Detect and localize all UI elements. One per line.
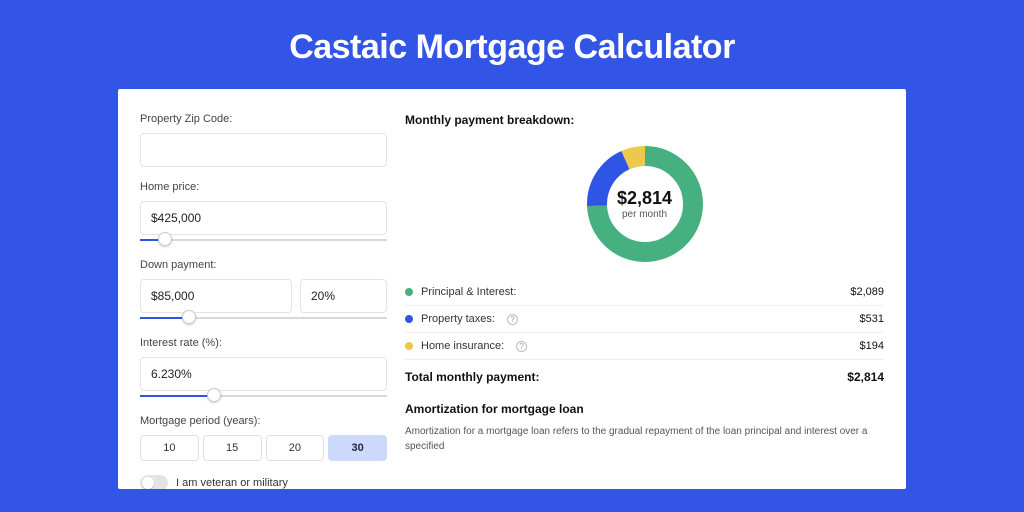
toggle-knob: [142, 477, 154, 489]
home-price-input[interactable]: [140, 201, 387, 235]
dot-icon: [405, 342, 413, 350]
info-icon[interactable]: ?: [516, 341, 527, 352]
down-payment-slider[interactable]: [140, 315, 387, 323]
legend-label: Property taxes:: [421, 313, 495, 325]
form-panel: Property Zip Code: Home price: Down paym…: [140, 113, 387, 489]
dot-icon: [405, 315, 413, 323]
veteran-toggle[interactable]: [140, 475, 168, 489]
dot-icon: [405, 288, 413, 296]
total-row: Total monthly payment: $2,814: [405, 360, 884, 398]
donut-chart-area: $2,814 per month: [405, 137, 884, 279]
home-price-slider[interactable]: [140, 237, 387, 245]
slider-thumb[interactable]: [182, 310, 196, 324]
zip-field-group: Property Zip Code:: [140, 113, 387, 167]
interest-rate-input[interactable]: [140, 357, 387, 391]
total-label: Total monthly payment:: [405, 370, 539, 384]
zip-label: Property Zip Code:: [140, 113, 387, 125]
legend-label: Principal & Interest:: [421, 286, 516, 298]
slider-thumb[interactable]: [207, 388, 221, 402]
info-icon[interactable]: ?: [507, 314, 518, 325]
breakdown-panel: Monthly payment breakdown: $2,814 per mo…: [387, 113, 884, 489]
legend-value: $2,089: [850, 286, 884, 298]
interest-rate-label: Interest rate (%):: [140, 337, 387, 349]
amortization-title: Amortization for mortgage loan: [405, 402, 884, 416]
period-option-20[interactable]: 20: [266, 435, 325, 461]
slider-track: [140, 239, 387, 241]
period-options: 10 15 20 30: [140, 435, 387, 461]
down-payment-group: Down payment:: [140, 259, 387, 323]
donut-center: $2,814 per month: [584, 143, 706, 265]
veteran-label: I am veteran or military: [176, 477, 288, 489]
legend-value: $194: [860, 340, 884, 352]
slider-fill: [140, 395, 214, 397]
home-price-group: Home price:: [140, 181, 387, 245]
donut-sub: per month: [622, 209, 667, 220]
breakdown-title: Monthly payment breakdown:: [405, 113, 884, 127]
total-value: $2,814: [847, 370, 884, 384]
down-payment-input[interactable]: [140, 279, 292, 313]
legend-taxes: Property taxes: ? $531: [405, 306, 884, 333]
slider-thumb[interactable]: [158, 232, 172, 246]
period-option-30[interactable]: 30: [328, 435, 387, 461]
page-title: Castaic Mortgage Calculator: [0, 0, 1024, 89]
amortization-text: Amortization for a mortgage loan refers …: [405, 424, 884, 454]
legend-principal: Principal & Interest: $2,089: [405, 279, 884, 306]
legend-value: $531: [860, 313, 884, 325]
period-option-10[interactable]: 10: [140, 435, 199, 461]
period-label: Mortgage period (years):: [140, 415, 387, 427]
legend-insurance: Home insurance: ? $194: [405, 333, 884, 360]
legend-label: Home insurance:: [421, 340, 504, 352]
period-group: Mortgage period (years): 10 15 20 30: [140, 415, 387, 461]
down-payment-label: Down payment:: [140, 259, 387, 271]
down-payment-pct-input[interactable]: [300, 279, 387, 313]
donut-amount: $2,814: [617, 188, 672, 209]
interest-rate-slider[interactable]: [140, 393, 387, 401]
veteran-toggle-row: I am veteran or military: [140, 475, 387, 489]
donut-chart: $2,814 per month: [584, 143, 706, 265]
zip-input[interactable]: [140, 133, 387, 167]
calculator-card: Property Zip Code: Home price: Down paym…: [118, 89, 906, 489]
interest-rate-group: Interest rate (%):: [140, 337, 387, 401]
home-price-label: Home price:: [140, 181, 387, 193]
period-option-15[interactable]: 15: [203, 435, 262, 461]
